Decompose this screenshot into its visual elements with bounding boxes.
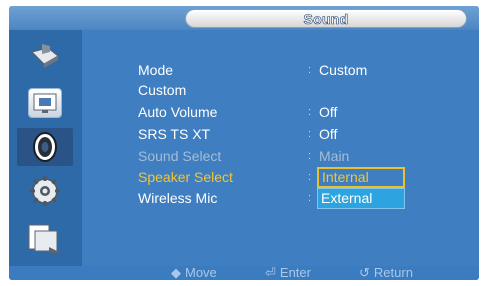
- sidebar-item-multi-control[interactable]: [17, 220, 73, 258]
- menu-value: Off: [319, 104, 338, 120]
- picture-icon: [31, 44, 59, 68]
- separator: :: [308, 106, 312, 118]
- enter-label: Enter: [279, 265, 311, 280]
- menu-label: Custom: [138, 82, 187, 98]
- page-title: Sound: [303, 11, 349, 28]
- return-label: Return: [373, 265, 413, 280]
- menu-panel: Mode : Custom Custom Auto Volume : Off S…: [82, 30, 479, 266]
- multi-control-icon: [28, 224, 61, 253]
- footer-bar: ◆ Move ⏎ Enter ↺ Return: [9, 266, 479, 280]
- sidebar-item-picture[interactable]: [17, 38, 73, 76]
- dropdown-option-internal[interactable]: Internal: [317, 167, 405, 188]
- separator: :: [308, 171, 312, 183]
- menu-value: Main: [319, 148, 350, 164]
- separator: :: [308, 150, 312, 162]
- separator: :: [308, 192, 312, 204]
- menu-label: Speaker Select: [138, 169, 233, 185]
- separator: :: [308, 128, 312, 140]
- menu-label: Sound Select: [138, 148, 222, 164]
- return-icon: ↺: [359, 265, 370, 280]
- title-pill: Sound: [185, 9, 467, 28]
- sound-icon: [33, 132, 57, 162]
- menu-label: Wireless Mic: [138, 190, 218, 206]
- dropdown-option-external[interactable]: External: [317, 188, 405, 209]
- updown-arrow-icon: ◆: [171, 265, 181, 280]
- menu-label: Mode: [138, 62, 174, 78]
- move-hint: ◆ Move: [171, 266, 217, 280]
- return-hint: ↺ Return: [359, 266, 413, 280]
- sidebar-item-setup[interactable]: [17, 172, 73, 210]
- enter-icon: ⏎: [265, 265, 276, 280]
- osd-window: Sound Mode: Custom Custom Auto Volume:…: [9, 6, 479, 280]
- move-label: Move: [185, 265, 217, 280]
- speaker-select-dropdown[interactable]: Internal External: [317, 167, 405, 209]
- sidebar: [9, 30, 82, 266]
- menu-label: SRS TS XT: [138, 126, 211, 142]
- screen-icon: [29, 89, 61, 117]
- header-bar: Sound: [9, 6, 479, 30]
- separator: :: [308, 64, 312, 76]
- menu-label: Auto Volume: [138, 104, 218, 120]
- menu-value: Custom: [319, 62, 368, 78]
- enter-hint: ⏎ Enter: [265, 266, 311, 280]
- sidebar-item-sound[interactable]: [17, 128, 73, 166]
- setup-icon: [30, 176, 60, 206]
- sidebar-item-screen[interactable]: [17, 84, 73, 122]
- menu-value: Off: [319, 126, 338, 142]
